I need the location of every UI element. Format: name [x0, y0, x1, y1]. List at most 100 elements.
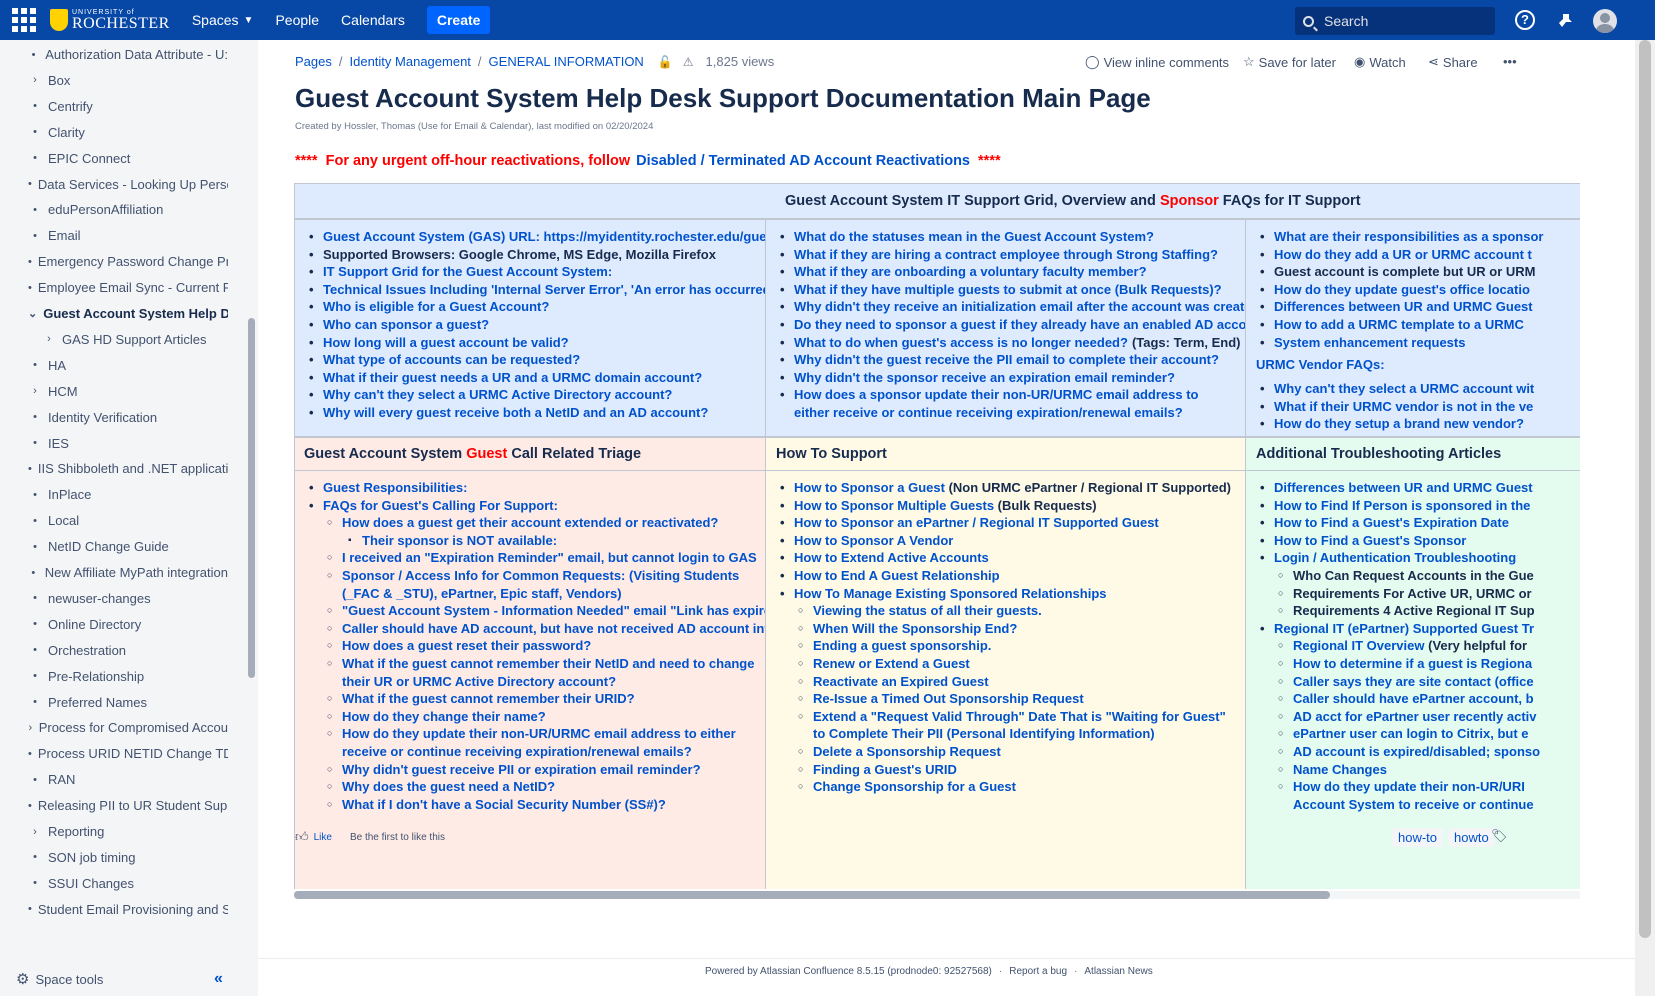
sidebar-item[interactable]: • IIS Shibboleth and .NET applicati — [0, 455, 228, 482]
avatar[interactable] — [1593, 9, 1617, 33]
reactivations-link[interactable]: Disabled / Terminated AD Account Reactiv… — [636, 153, 970, 169]
sponsor-faq-link[interactable]: Do they need to sponsor a guest if they … — [776, 316, 1245, 334]
nav-calendars[interactable]: Calendars — [341, 12, 405, 28]
sidebar-item[interactable]: • Process URID NETID Change TDI — [0, 740, 228, 767]
howto-link[interactable]: Ending a guest sponsorship. — [776, 637, 1235, 655]
sponsor-faq-link[interactable]: Guest account is complete but UR or URM — [1256, 263, 1580, 281]
troubleshooting-link[interactable]: Differences between UR and URMC Guest — [1256, 479, 1580, 497]
troubleshooting-link[interactable]: How to Find a Guest's Sponsor — [1256, 532, 1580, 550]
unlock-icon[interactable]: 🔓 — [658, 55, 673, 69]
triage-link[interactable]: How does a guest reset their password? — [305, 637, 755, 655]
nav-spaces[interactable]: Spaces ▼ — [192, 12, 254, 28]
triage-link[interactable]: FAQs for Guest's Calling For Support: — [305, 497, 755, 515]
troubleshooting-link[interactable]: Regional IT Overview (Very helpful for — [1256, 637, 1580, 655]
sidebar-item[interactable]: • Email — [0, 222, 228, 249]
sponsor-faq-link[interactable]: System enhancement requests — [1256, 334, 1580, 352]
vendor-faq-link[interactable]: Why can't they select a URMC account wit — [1256, 380, 1580, 398]
vendor-faq-link[interactable]: What if their URMC vendor is not in the … — [1256, 398, 1580, 416]
sidebar-item[interactable]: • Employee Email Sync - Current P — [0, 274, 228, 301]
sponsor-faq-link[interactable]: Differences between UR and URMC Guest — [1256, 298, 1580, 316]
overview-link[interactable]: IT Support Grid for the Guest Account Sy… — [305, 263, 755, 281]
troubleshooting-link[interactable]: ePartner user can login to Citrix, but e — [1256, 725, 1580, 743]
sponsor-faq-link[interactable]: What if they are hiring a contract emplo… — [776, 246, 1235, 264]
sponsor-faq-link[interactable]: How to add a URMC template to a URMC — [1256, 316, 1580, 334]
tag-icon[interactable]: 🏷︎ — [1491, 828, 1508, 844]
sidebar-item[interactable]: • Authorization Data Attribute - U: — [0, 41, 228, 68]
howto-link[interactable]: How to Sponsor Multiple Guests (Bulk Req… — [776, 497, 1235, 515]
howto-link[interactable]: Reactivate an Expired Guest — [776, 673, 1235, 691]
troubleshooting-link[interactable]: Caller should have ePartner account, b — [1256, 690, 1580, 708]
howto-link[interactable]: How To Manage Existing Sponsored Relatio… — [776, 585, 1235, 603]
howto-link[interactable]: Renew or Extend a Guest — [776, 655, 1235, 673]
sidebar-item[interactable]: • eduPersonAffiliation — [0, 196, 228, 223]
sidebar-item[interactable]: • Student Email Provisioning and S — [0, 896, 228, 923]
sidebar-item[interactable]: • Local — [0, 507, 228, 534]
troubleshooting-link[interactable]: Login / Authentication Troubleshooting — [1256, 549, 1580, 567]
troubleshooting-link[interactable]: Account System to receive or continue — [1256, 796, 1580, 814]
share-button[interactable]: ⋖ Share — [1428, 54, 1478, 70]
thumbs-up-icon[interactable]: 👍︎ — [295, 829, 309, 845]
overview-link[interactable]: Who can sponsor a guest? — [305, 316, 755, 334]
triage-link[interactable]: What if I don't have a Social Security N… — [305, 796, 755, 814]
troubleshooting-link[interactable]: Who Can Request Accounts in the Gue — [1256, 567, 1580, 585]
breadcrumb-general-information[interactable]: GENERAL INFORMATION — [489, 54, 644, 69]
triage-link[interactable]: Sponsor / Access Info for Common Request… — [305, 567, 755, 602]
triage-link[interactable]: Why does the guest need a NetID? — [305, 778, 755, 796]
overview-link[interactable]: How long will a guest account be valid? — [305, 334, 755, 352]
overview-link[interactable]: Why can't they select a URMC Active Dire… — [305, 386, 755, 404]
breadcrumb-identity-management[interactable]: Identity Management — [350, 54, 471, 69]
sidebar-item[interactable]: • Orchestration — [0, 637, 228, 664]
troubleshooting-link[interactable]: AD acct for ePartner user recently activ — [1256, 708, 1580, 726]
page-views[interactable]: 1,825 views — [706, 54, 775, 69]
sidebar-item[interactable]: • Releasing PII to UR Student Supp — [0, 792, 228, 819]
space-tools-button[interactable]: ⚙ Space tools — [16, 970, 103, 988]
troubleshooting-link[interactable]: Requirements For Active UR, URMC or — [1256, 585, 1580, 603]
overview-link[interactable]: What type of accounts can be requested? — [305, 351, 755, 369]
sponsor-faq-link[interactable]: What if they have multiple guests to sub… — [776, 281, 1235, 299]
overview-link[interactable]: Technical Issues Including 'Internal Ser… — [305, 281, 765, 299]
overview-link[interactable]: What if their guest needs a UR and a URM… — [305, 369, 755, 387]
view-inline-comments-button[interactable]: ◯ View inline comments — [1085, 54, 1229, 70]
sidebar-item[interactable]: • Clarity — [0, 119, 228, 146]
triage-link[interactable]: What if the guest cannot remember their … — [305, 655, 755, 690]
sidebar-item[interactable]: • Data Services - Looking Up Persc — [0, 171, 228, 198]
triage-link[interactable]: What if the guest cannot remember their … — [305, 690, 755, 708]
triage-link[interactable]: "Guest Account System - Information Need… — [305, 602, 765, 620]
nav-people[interactable]: People — [275, 12, 319, 28]
troubleshooting-link[interactable]: Name Changes — [1256, 761, 1580, 779]
sidebar-item[interactable]: • SSUI Changes — [0, 870, 228, 897]
sidebar-item[interactable]: › GAS HD Support Articles — [0, 326, 228, 353]
watch-button[interactable]: ◉ Watch — [1354, 54, 1406, 70]
howto-link[interactable]: Extend a "Request Valid Through" Date Th… — [776, 708, 1235, 743]
save-for-later-button[interactable]: ☆ Save for later — [1243, 54, 1336, 70]
sponsor-faq-link[interactable]: How do they update guest's office locati… — [1256, 281, 1580, 299]
howto-link[interactable]: Viewing the status of all their guests. — [776, 602, 1235, 620]
sidebar-item[interactable]: • HA — [0, 352, 228, 379]
sidebar-scrollbar[interactable] — [248, 318, 255, 678]
howto-link[interactable]: When Will the Sponsorship End? — [776, 620, 1235, 638]
sidebar-item[interactable]: • InPlace — [0, 481, 228, 508]
chevron-right-icon[interactable]: › — [28, 74, 42, 86]
triage-link[interactable]: Guest Responsibilities: — [305, 479, 755, 497]
howto-link[interactable]: How to End A Guest Relationship — [776, 567, 1235, 585]
overview-link[interactable]: Why will every guest receive both a NetI… — [305, 404, 755, 422]
troubleshooting-link[interactable]: How to determine if a guest is Regiona — [1256, 655, 1580, 673]
sponsor-faq-link[interactable]: Why didn't the sponsor receive an expira… — [776, 369, 1235, 387]
label-howto[interactable]: howto — [1448, 828, 1495, 847]
sidebar-item[interactable]: • Online Directory — [0, 611, 228, 638]
triage-link[interactable]: I received an "Expiration Reminder" emai… — [305, 549, 757, 567]
atlassian-news-link[interactable]: Atlassian News — [1084, 966, 1152, 977]
overview-link[interactable]: Guest Account System (GAS) URL: https://… — [305, 228, 765, 246]
troubleshooting-link[interactable]: How do they update their non-UR/URI — [1256, 778, 1580, 796]
sidebar-item[interactable]: › Box — [0, 67, 228, 94]
howto-link[interactable]: How to Sponsor A Vendor — [776, 532, 1235, 550]
triage-link[interactable]: How does a guest get their account exten… — [305, 514, 755, 532]
troubleshooting-link[interactable]: How to Find If Person is sponsored in th… — [1256, 497, 1580, 515]
breadcrumb-pages[interactable]: Pages — [295, 54, 332, 69]
troubleshooting-link[interactable]: How to Find a Guest's Expiration Date — [1256, 514, 1580, 532]
help-icon[interactable]: ? — [1515, 10, 1535, 30]
troubleshooting-link[interactable]: AD account is expired/disabled; sponso — [1256, 743, 1580, 761]
notification-icon[interactable] — [1555, 10, 1575, 30]
collapse-sidebar-icon[interactable]: « — [214, 970, 223, 988]
sponsor-faq-link[interactable]: What are their responsibilities as a spo… — [1256, 228, 1580, 246]
